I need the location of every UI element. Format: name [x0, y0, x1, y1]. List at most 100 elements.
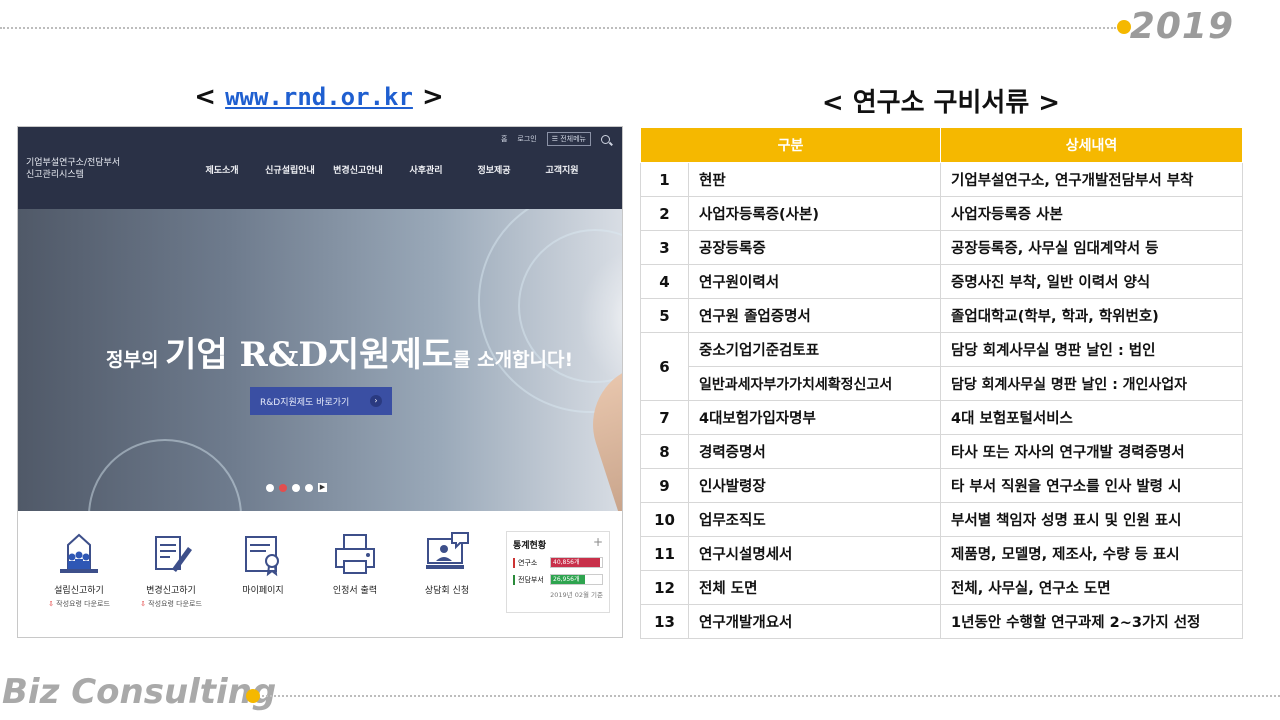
printer-icon	[332, 531, 378, 577]
site-logo[interactable]: 기업부설연구소/전담부서 신고관리시스템	[26, 157, 156, 181]
home-link[interactable]: 홈	[501, 134, 507, 144]
slide-dot-active[interactable]	[279, 483, 287, 492]
hero-suffix: 를 소개합니다!	[453, 349, 574, 371]
login-link[interactable]: 로그인	[517, 134, 536, 144]
stats-title: 통계현황	[513, 541, 547, 551]
row-number: 3	[640, 230, 689, 265]
row-detail: 졸업대학교(학부, 학과, 학위번호)	[940, 298, 1244, 333]
stats-row-label: 연구소	[513, 557, 550, 568]
row-item: 업무조직도	[688, 502, 942, 537]
stats-row: 연구소 40,856개	[513, 557, 603, 568]
row-detail: 타 부서 직원을 연구소를 인사 발령 시	[940, 468, 1244, 503]
hero-highlight: 기업 R&D지원제도	[165, 335, 454, 375]
stats-row-label: 전담부서	[513, 574, 550, 585]
site-logo-line1: 기업부설연구소/전담부서	[26, 158, 121, 168]
people-building-icon	[56, 531, 102, 577]
main-nav: 제도소개 신규설립안내 변경신고안내 사후관리 정보제공 고객지원	[188, 163, 596, 176]
play-icon[interactable]: ▶	[318, 483, 327, 492]
stats-row: 전담부서 26,956개	[513, 574, 603, 585]
nav-item-new[interactable]: 신규설립안내	[256, 163, 324, 176]
row-detail: 부서별 책임자 성명 표시 및 인원 표시	[940, 502, 1244, 537]
table-row: 13 연구개발개요서 1년동안 수행할 연구과제 2~3가지 선정	[640, 604, 1244, 639]
table-row: 10 업무조직도 부서별 책임자 성명 표시 및 인원 표시	[640, 502, 1244, 537]
table-row: 7 4대보험가입자명부 4대 보험포털서비스	[640, 400, 1244, 435]
utility-menu: 홈 로그인 ☰ 전체메뉴	[501, 132, 610, 146]
stats-header: 통계현황 +	[513, 536, 603, 551]
row-number: 1	[640, 162, 689, 197]
stats-date: 2019년 02월 기준	[550, 591, 603, 599]
row-item: 일반과세자부가가치세확정신고서	[688, 366, 942, 401]
row-number: 8	[640, 434, 689, 469]
rnd-shortcut-label: R&D지원제도 바로가기	[260, 397, 350, 408]
chevron-right-icon: ›	[370, 395, 382, 407]
quick-menu: 설립신고하기 ⇩ 작성요령 다운로드 변경신고하기 ⇩ 작성요령 다운로드 마이…	[18, 511, 622, 637]
quick-label: 인정서 출력	[332, 586, 378, 596]
quick-item-mypage[interactable]: 마이페이지	[222, 531, 304, 596]
header-dotted-line	[0, 27, 1116, 29]
quick-label: 설립신고하기	[54, 586, 104, 596]
column-header-detail: 상세내역	[940, 127, 1244, 163]
stats-bar-fill: 26,956개	[551, 575, 585, 584]
row-number: 2	[640, 196, 689, 231]
footer-accent-dot	[246, 689, 260, 703]
quick-label: 변경신고하기	[146, 586, 196, 596]
quick-sub[interactable]: ⇩ 작성요령 다운로드	[130, 599, 212, 609]
row-detail: 제품명, 모델명, 제조사, 수량 등 표시	[940, 536, 1244, 571]
row-number: 10	[640, 502, 689, 537]
row-detail: 기업부설연구소, 연구개발전담부서 부착	[940, 162, 1244, 197]
document-pen-icon	[148, 531, 194, 577]
quick-item-print[interactable]: 인정서 출력	[314, 531, 396, 596]
row-detail: 사업자등록증 사본	[940, 196, 1244, 231]
slide-dot[interactable]	[292, 483, 300, 492]
site-url-link[interactable]: www.rnd.or.kr	[225, 83, 413, 111]
row-detail: 담당 회계사무실 명판 날인 : 개인사업자	[940, 366, 1244, 401]
download-icon: ⇩	[140, 600, 146, 608]
quick-item-consult[interactable]: 상담회 신청	[406, 531, 488, 596]
quick-sub[interactable]: ⇩ 작성요령 다운로드	[38, 599, 120, 609]
row-detail: 타사 또는 자사의 연구개발 경력증명서	[940, 434, 1244, 469]
stats-bar-fill: 40,856개	[551, 558, 600, 567]
table-row: 12 전체 도면 전체, 사무실, 연구소 도면	[640, 570, 1244, 605]
quick-sub-label: 작성요령 다운로드	[56, 600, 110, 608]
nav-item-support[interactable]: 고객지원	[528, 163, 596, 176]
column-header-category: 구분	[639, 127, 942, 163]
plus-icon[interactable]: +	[593, 536, 603, 551]
nav-item-change[interactable]: 변경신고안내	[324, 163, 392, 176]
website-screenshot: 홈 로그인 ☰ 전체메뉴 기업부설연구소/전담부서 신고관리시스템 제도소개 신…	[17, 126, 623, 638]
quick-label: 상담회 신청	[424, 586, 470, 596]
required-documents-table: 구분 상세내역 1 현판 기업부설연구소, 연구개발전담부서 부착 2 사업자등록증(…	[639, 127, 1244, 639]
brand-label: Biz Consulting	[2, 672, 277, 712]
title-bracket-left: <	[194, 82, 217, 112]
row-item: 연구개발개요서	[688, 604, 942, 639]
quick-sub-label: 작성요령 다운로드	[148, 600, 202, 608]
nav-item-aftercare[interactable]: 사후관리	[392, 163, 460, 176]
download-icon: ⇩	[48, 600, 54, 608]
slide-dot[interactable]	[305, 483, 313, 492]
stats-bar: 26,956개	[550, 574, 603, 585]
site-logo-line2: 신고관리시스템	[26, 170, 84, 180]
table-row: 3 공장등록증 공장등록증, 사무실 임대계약서 등	[640, 230, 1244, 265]
hero-banner: 정부의 기업 R&D지원제도를 소개합니다! R&D지원제도 바로가기 › ▶	[18, 209, 622, 511]
row-item: 공장등록증	[688, 230, 942, 265]
slide-dot[interactable]	[266, 483, 274, 492]
rnd-shortcut-button[interactable]: R&D지원제도 바로가기 ›	[250, 387, 392, 415]
row-detail: 증명사진 부착, 일반 이력서 양식	[940, 264, 1244, 299]
nav-item-info[interactable]: 정보제공	[460, 163, 528, 176]
quick-item-register[interactable]: 설립신고하기 ⇩ 작성요령 다운로드	[38, 531, 120, 609]
quick-item-change[interactable]: 변경신고하기 ⇩ 작성요령 다운로드	[130, 531, 212, 609]
table-row: 8 경력증명서 타사 또는 자사의 연구개발 경력증명서	[640, 434, 1244, 469]
year-label: 2019	[1129, 6, 1234, 47]
row-detail: 4대 보험포털서비스	[940, 400, 1244, 435]
row-number: 12	[640, 570, 689, 605]
docs-section-title: < 연구소 구비서류 >	[821, 88, 1061, 118]
row-item: 연구원이력서	[688, 264, 942, 299]
row-detail: 담당 회계사무실 명판 날인 : 법인	[940, 332, 1244, 367]
slide-pager: ▶	[266, 483, 327, 492]
nav-item-intro[interactable]: 제도소개	[188, 163, 256, 176]
row-item: 전체 도면	[688, 570, 942, 605]
table-row: 9 인사발령장 타 부서 직원을 연구소를 인사 발령 시	[640, 468, 1244, 503]
search-icon[interactable]	[601, 134, 610, 144]
table-row: 2 사업자등록증(사본) 사업자등록증 사본	[640, 196, 1244, 231]
row-detail: 전체, 사무실, 연구소 도면	[940, 570, 1244, 605]
all-menu-button[interactable]: ☰ 전체메뉴	[546, 132, 591, 146]
